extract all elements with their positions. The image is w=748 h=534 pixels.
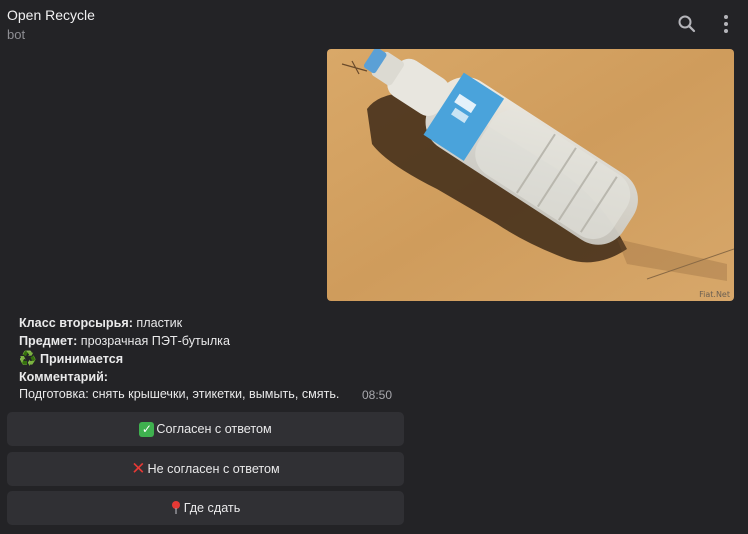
prep-text: Подготовка: снять крышечки, этикетки, вы…: [19, 387, 340, 401]
where-button[interactable]: Где сдать: [7, 491, 404, 525]
recycle-icon: ♻️: [19, 350, 37, 366]
cross-mark-icon: ✕: [131, 459, 146, 478]
status-text: Принимается: [39, 352, 124, 366]
bot-message: Класс вторсырья: пластик Предмет: прозра…: [19, 315, 339, 404]
chat-header: Open Recycle bot: [0, 0, 748, 46]
prep-row: Подготовка: снять крышечки, этикетки, вы…: [19, 386, 339, 404]
pin-icon: [171, 500, 181, 517]
comment-row: Комментарий:: [19, 369, 339, 387]
photo-watermark: Fiat.Net: [699, 290, 730, 299]
chat-subtitle: bot: [7, 27, 26, 42]
bottle-on-sand-image: [327, 49, 734, 301]
item-row: Предмет: прозрачная ПЭТ-бутылка: [19, 333, 339, 351]
more-options-button[interactable]: [714, 12, 738, 36]
status-row: ♻️ Принимается: [19, 350, 339, 369]
item-value: прозрачная ПЭТ-бутылка: [77, 333, 230, 348]
item-label: Предмет:: [19, 333, 78, 348]
class-label: Класс вторсырья:: [19, 316, 133, 330]
check-mark-icon: ✓: [139, 421, 155, 437]
class-value: пластик: [132, 316, 183, 330]
where-label: Где сдать: [183, 501, 241, 515]
message-photo[interactable]: Fiat.Net: [327, 49, 734, 301]
comment-label: Комментарий:: [19, 369, 108, 384]
message-timestamp: 08:50: [362, 388, 393, 402]
disagree-label: Не согласен с ответом: [147, 462, 280, 476]
chat-title[interactable]: Open Recycle: [7, 7, 95, 23]
search-button[interactable]: [675, 12, 699, 36]
class-row: Класс вторсырья: пластик: [19, 315, 339, 333]
disagree-button[interactable]: ✕ Не согласен с ответом: [7, 452, 404, 486]
more-vert-icon: [724, 15, 728, 33]
search-icon: [678, 15, 696, 33]
agree-label: Согласен с ответом: [156, 422, 272, 436]
agree-button[interactable]: ✓ Согласен с ответом: [7, 412, 404, 446]
